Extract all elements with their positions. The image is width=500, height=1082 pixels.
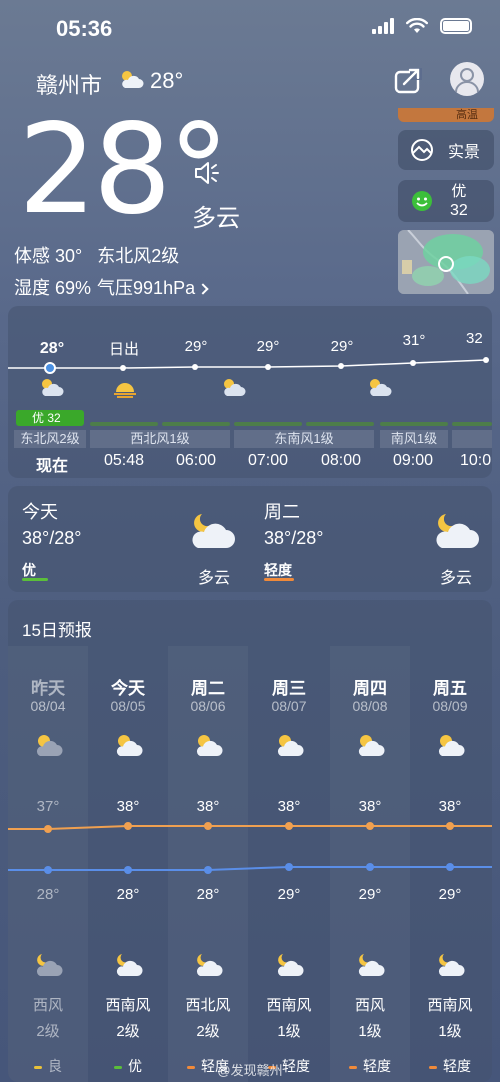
user-icon (455, 68, 479, 93)
smile-leaf-icon (412, 191, 432, 211)
current-condition: 多云 (192, 205, 240, 232)
avatar[interactable] (450, 62, 484, 96)
high-temp-point (124, 822, 132, 830)
radar-map[interactable] (398, 230, 494, 294)
humidity: 湿度 69% (14, 278, 92, 298)
signal-icon (372, 18, 394, 34)
low-temp-point (285, 863, 293, 871)
realview-label: 实景 (448, 144, 481, 161)
high-temp-point (204, 822, 212, 830)
wifi-icon (406, 18, 428, 33)
hour-label: 06:00 (175, 452, 217, 469)
wind-bar (380, 422, 448, 426)
high-temp-point (446, 822, 454, 830)
cloud-moon-icon (192, 514, 235, 548)
battery-icon (440, 18, 472, 34)
wind-bar (162, 422, 230, 426)
chevron-right-icon (197, 283, 209, 295)
hourly-temp-line (8, 357, 489, 374)
feels-like: 体感 30° (14, 246, 83, 266)
temp-range: 38°/28° (264, 528, 324, 548)
watermark: @发现赣州 (217, 1063, 283, 1078)
alert-text: 高温 (456, 109, 478, 121)
cloud-moon-icon (436, 514, 479, 548)
status-bar: 05:36 (0, 0, 500, 60)
hour-label: 07:00 (247, 452, 289, 469)
low-temp-point (204, 866, 212, 874)
hourly-forecast[interactable]: 28° 日出 29° 29° 29° 31° 32 优 32 东北风2级 西北风… (8, 306, 492, 478)
day-name: 周二 (264, 502, 300, 522)
pressure: 气压991hPa (97, 278, 196, 298)
hour-label: 现在 (35, 458, 68, 475)
day-name: 今天 (22, 502, 58, 522)
temp-range: 38°/28° (22, 528, 82, 548)
today-summary[interactable]: 今天 38°/28° 优 多云 (8, 486, 250, 592)
wind-label: 东北风2级 (14, 430, 86, 448)
header-temp: 28° (150, 68, 184, 93)
cloud-sun-icon (224, 379, 246, 396)
high-temp-point (44, 825, 52, 833)
wind-label: 南风1级 (380, 430, 448, 448)
aq-underline (264, 578, 294, 581)
aq-underline (22, 578, 48, 581)
detail-row-1: 体感 30° 东北风2级 (14, 242, 189, 268)
alert-badge[interactable]: 高温 (398, 108, 494, 122)
cloud-sun-icon (42, 379, 64, 396)
low-temp-point (366, 863, 374, 871)
high-temp-line (8, 825, 492, 830)
hour-label: 08:00 (320, 452, 362, 469)
aqi-value: 32 (450, 202, 468, 219)
cloud-sun-icon (122, 71, 144, 88)
fifteen-day-forecast[interactable]: 15日预报 昨天 08/04 37° 28° 西风 2级 良 今天 08/05 … (8, 600, 492, 1082)
city-name[interactable]: 赣州市 (36, 68, 102, 100)
realview-icon (411, 139, 433, 161)
aq-label: 轻度 (264, 562, 292, 578)
status-icons (372, 18, 472, 34)
condition: 多云 (439, 570, 472, 587)
hour-label: 05:48 (103, 452, 145, 469)
aq-label: 优 (22, 562, 36, 578)
wind-bar (234, 422, 302, 426)
forecast-temp-chart (8, 822, 492, 874)
low-temp-point (446, 863, 454, 871)
hour-label: 10:0 (460, 452, 492, 469)
share-icon[interactable] (392, 64, 424, 96)
wind-bar (90, 422, 158, 426)
realview-button[interactable]: 实景 (398, 130, 494, 170)
aqi-label: 优 (451, 183, 467, 200)
cloud-sun-icon (370, 379, 392, 396)
tomorrow-summary[interactable]: 周二 38°/28° 轻度 多云 (250, 486, 492, 592)
hour-label: 09:00 (392, 452, 434, 469)
wind-label: 东南风1级 (234, 430, 374, 448)
wind-label: 西北风1级 (90, 430, 230, 448)
rain-map-icon (398, 230, 494, 294)
aqi-badge: 优 32 (16, 410, 84, 426)
aqi-button[interactable]: 优 32 (398, 180, 494, 222)
wind-info: 东北风2级 (97, 246, 180, 266)
condition: 多云 (197, 570, 230, 587)
low-temp-line (8, 866, 492, 871)
wind-label (452, 430, 492, 448)
two-day-summary: 今天 38°/28° 优 多云 周二 38°/28° 轻度 多云 (8, 486, 492, 592)
speaker-icon[interactable] (192, 158, 222, 188)
status-time: 05:36 (56, 16, 113, 41)
high-temp-point (366, 822, 374, 830)
sunrise-icon (114, 383, 136, 398)
low-temp-point (44, 866, 52, 874)
high-temp-point (285, 822, 293, 830)
wind-bar (452, 422, 492, 426)
low-temp-point (124, 866, 132, 874)
detail-row-2[interactable]: 湿度 69% 气压991hPa (14, 274, 209, 300)
wind-bar (306, 422, 374, 426)
